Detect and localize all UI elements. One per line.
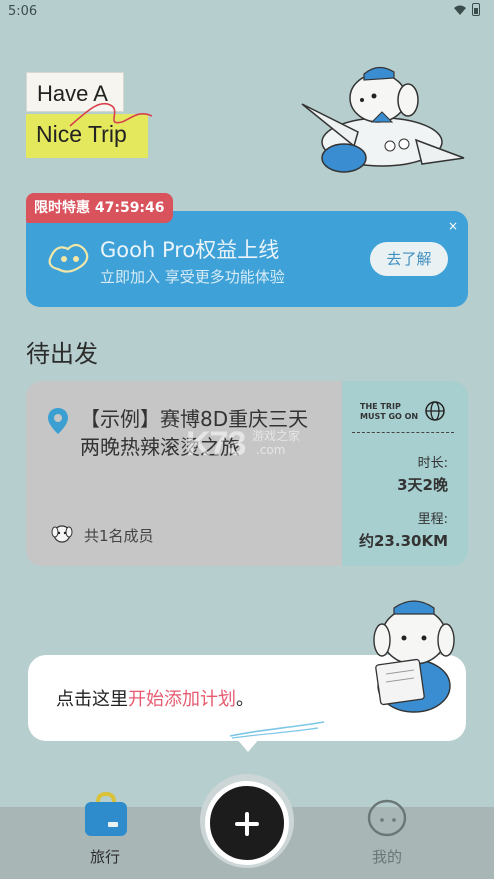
- duration-value: 3天2晚: [397, 476, 448, 494]
- member-avatar-icon: [51, 525, 73, 543]
- promo-timer-badge: 限时特惠 47:59:46: [26, 193, 173, 223]
- trip-slogan-line2: MUST GO ON: [360, 412, 419, 421]
- trip-slogan: THE TRIP MUST GO ON: [360, 402, 418, 422]
- tooltip-suffix: 。: [236, 689, 254, 710]
- profile-face-icon[interactable]: [364, 796, 410, 838]
- globe-icon: [425, 401, 445, 421]
- tooltip-text: 点击这里开始添加计划。: [56, 685, 254, 711]
- app-logo: Have A Nice Trip: [26, 72, 153, 160]
- section-title: 待出发: [26, 340, 98, 368]
- promo-title: Gooh Pro权益上线: [100, 238, 280, 262]
- promo-close-button[interactable]: ×: [448, 219, 458, 233]
- watermark-domain: .com: [256, 443, 286, 457]
- pro-logo-icon: [48, 243, 89, 273]
- trip-members: 共1名成员: [84, 527, 154, 545]
- status-bar: 5:06: [0, 0, 494, 22]
- nav-mine-label[interactable]: 我的: [372, 846, 402, 867]
- promo-subtitle: 立即加入 享受更多功能体验: [100, 268, 285, 286]
- tooltip-prefix: 点击这里: [56, 689, 128, 710]
- plus-icon[interactable]: [231, 808, 263, 840]
- watermark-logo: K73: [186, 425, 246, 463]
- status-icons: [454, 3, 480, 16]
- distance-value: 约23.30KM: [359, 532, 448, 550]
- distance-label: 里程:: [417, 512, 448, 527]
- watermark: K73 游戏之家 .com: [180, 425, 330, 465]
- promo-learn-more-button[interactable]: 去了解: [370, 242, 448, 276]
- dog-airplane-illustration: [301, 66, 465, 173]
- location-pin-icon: [48, 408, 68, 434]
- squiggle-icon: [229, 721, 325, 739]
- duration-label: 时长:: [417, 456, 448, 471]
- watermark-text: 游戏之家: [252, 429, 301, 443]
- wifi-icon: [454, 5, 466, 15]
- logo-scribble-icon: [69, 102, 153, 127]
- trip-divider: [352, 432, 454, 433]
- battery-icon: [472, 3, 480, 16]
- trip-slogan-line1: THE TRIP: [360, 402, 401, 411]
- tooltip-arrow: [236, 738, 260, 752]
- luggage-icon[interactable]: [84, 792, 128, 838]
- dog-reading-illustration: [373, 600, 455, 713]
- tooltip-highlight: 开始添加计划: [128, 689, 236, 710]
- status-time: 5:06: [8, 4, 38, 19]
- nav-travel-label[interactable]: 旅行: [90, 846, 120, 867]
